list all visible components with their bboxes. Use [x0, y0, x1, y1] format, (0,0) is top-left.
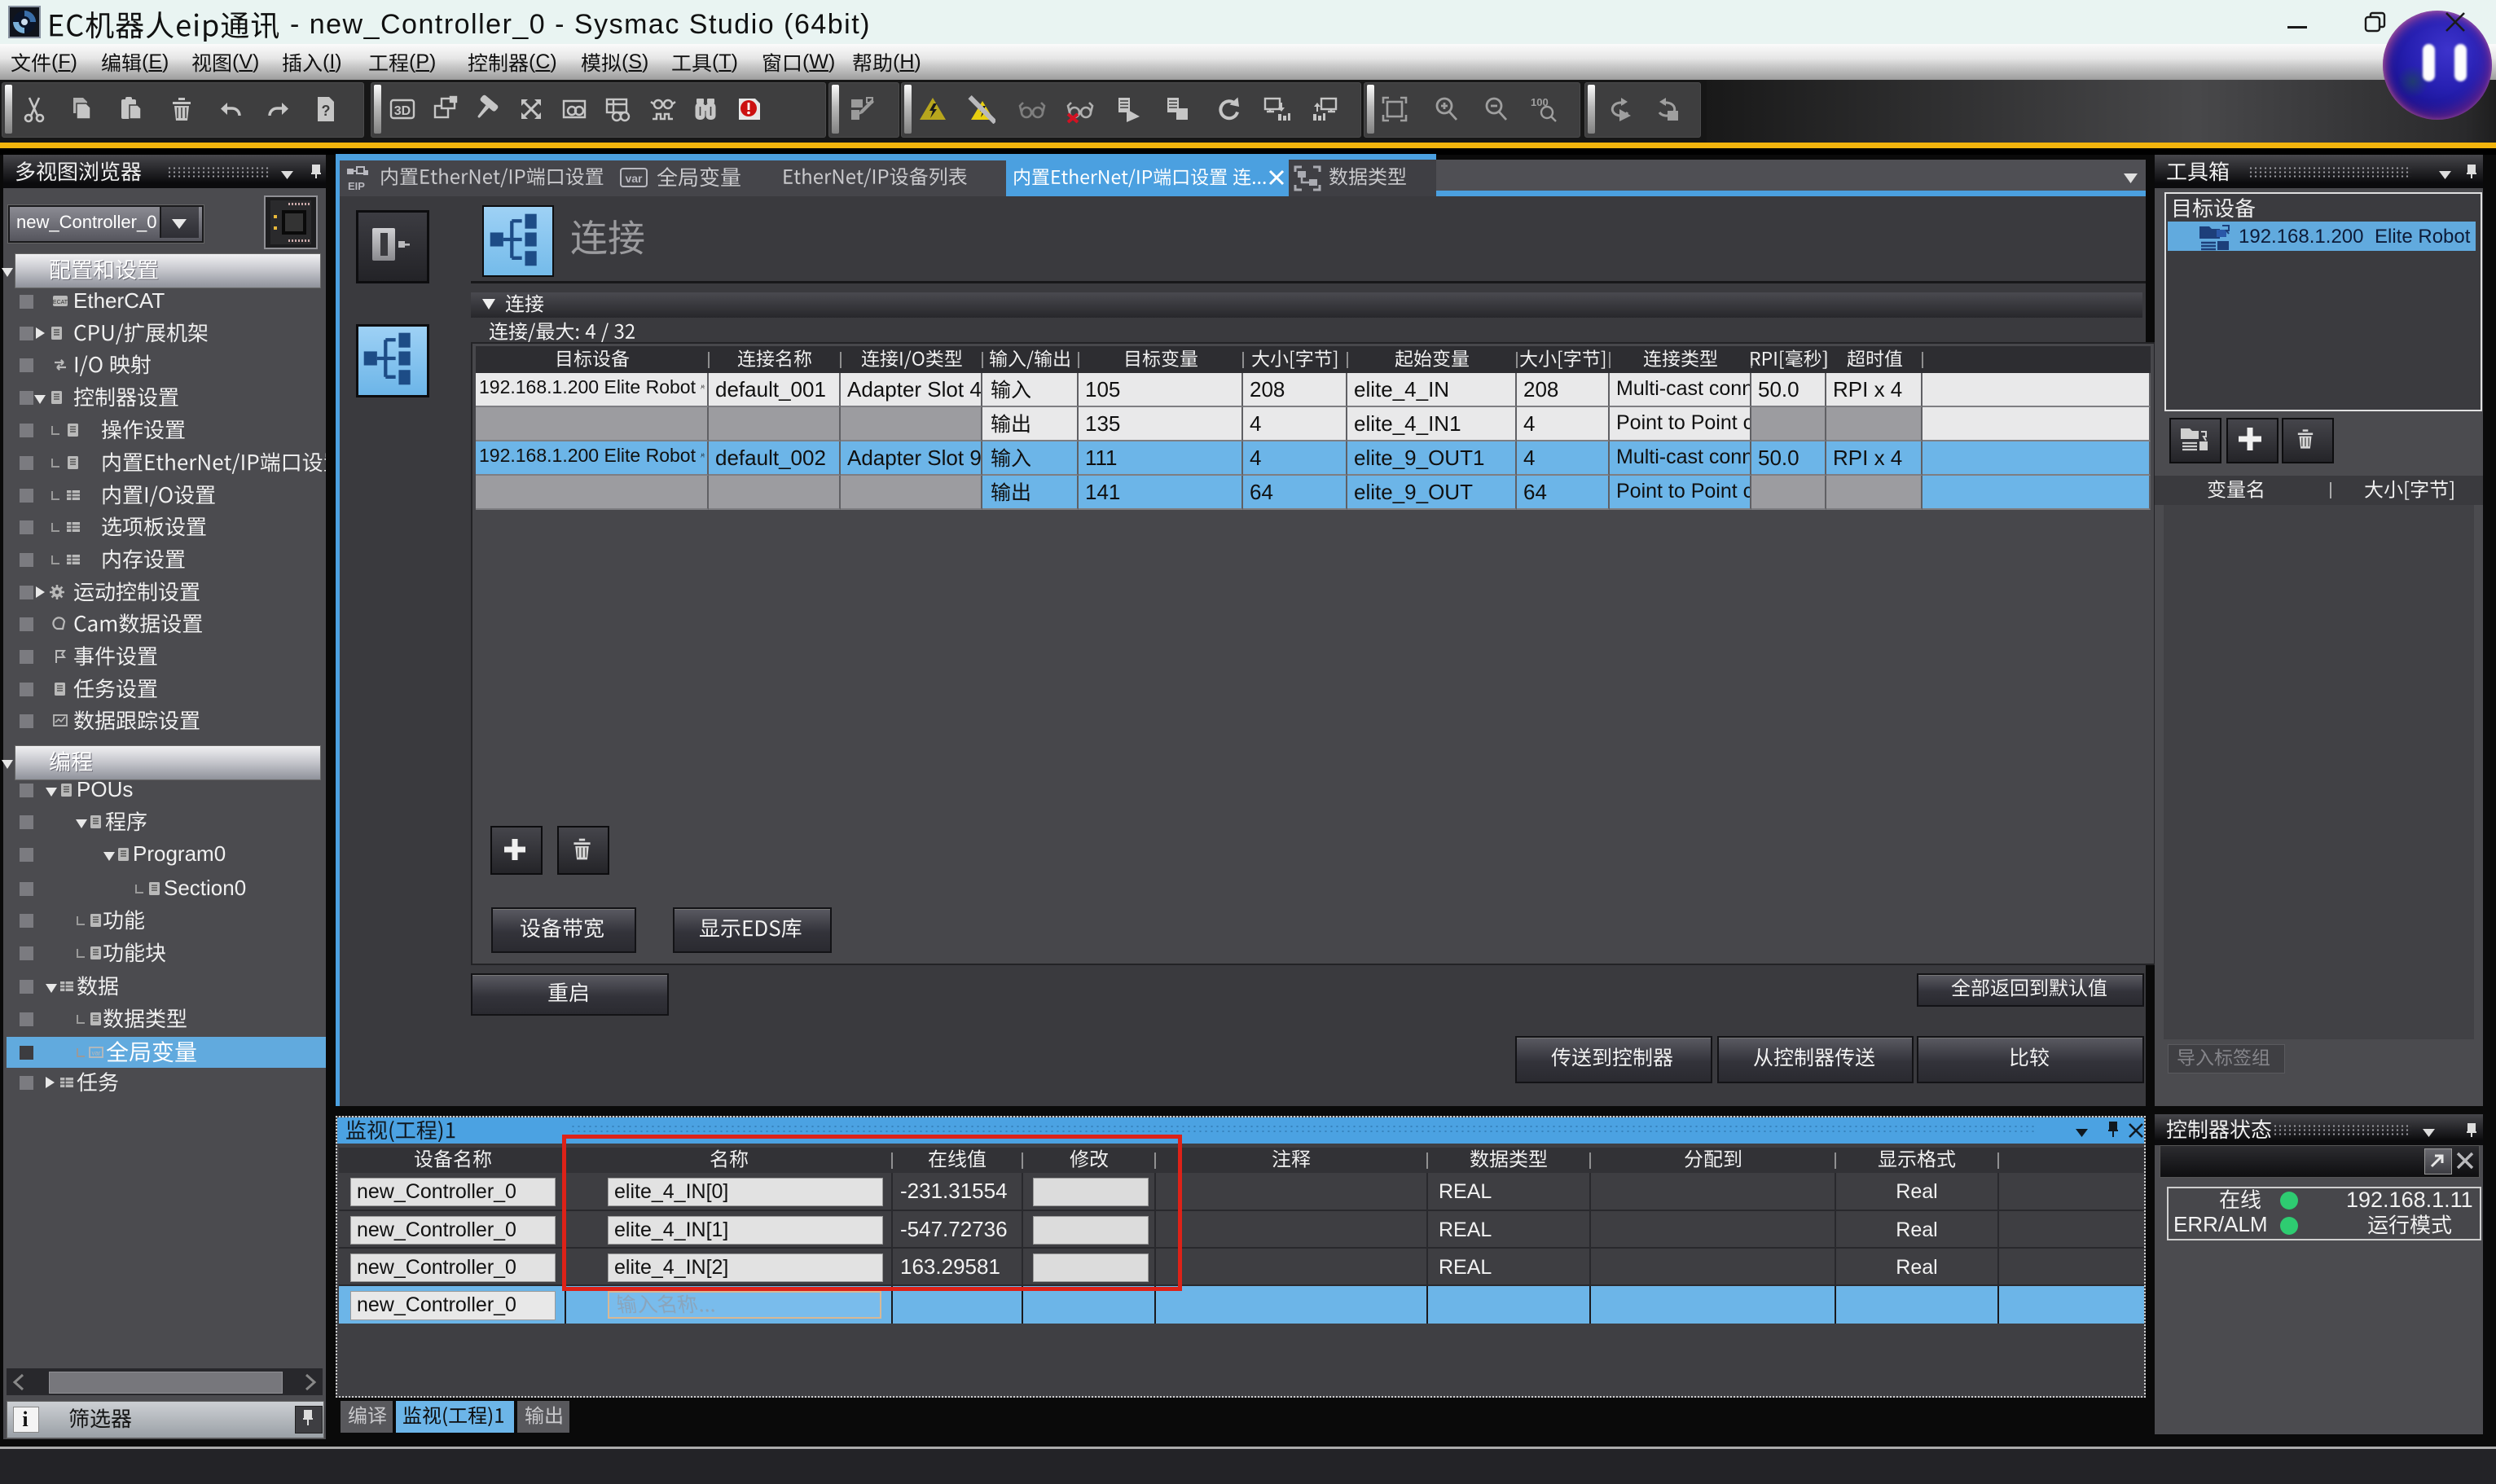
svg-text:3D: 3D: [394, 104, 411, 118]
svg-text:var: var: [91, 1050, 100, 1057]
svg-text:EIP: EIP: [348, 180, 365, 191]
svg-text:?: ?: [322, 103, 331, 119]
svg-text:var: var: [625, 172, 643, 185]
svg-text:ECAT: ECAT: [53, 300, 68, 305]
